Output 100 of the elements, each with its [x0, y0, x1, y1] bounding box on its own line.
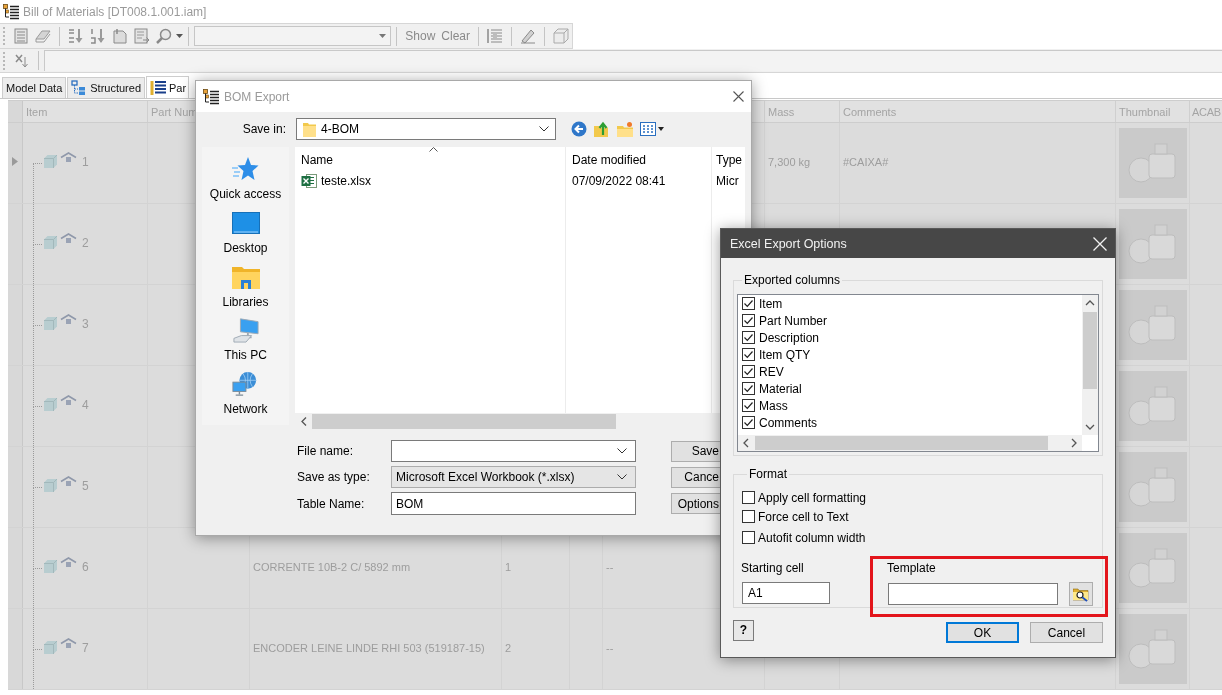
input-field[interactable] — [888, 583, 1058, 605]
dialog-button[interactable]: Cancel — [1030, 622, 1103, 643]
table-cell: ENCODER LEINE LINDE RHI 503 (519187-15) — [250, 609, 502, 689]
checkbox[interactable] — [742, 297, 755, 310]
item-number: 6 — [82, 559, 89, 574]
search-icon[interactable] — [156, 28, 172, 44]
tab[interactable]: Model Data — [2, 77, 67, 98]
document-icon[interactable] — [112, 28, 128, 44]
folder-badge-icon[interactable] — [617, 121, 633, 137]
sort-icon[interactable] — [68, 28, 84, 44]
place-label[interactable]: Quick access — [209, 187, 282, 201]
item-number: 5 — [82, 478, 89, 493]
cube-icon — [43, 478, 58, 493]
tab[interactable]: Par — [146, 76, 190, 98]
folder-icon — [303, 121, 316, 137]
dialog-button[interactable]: Save — [671, 440, 720, 462]
part-thumbnail — [1119, 533, 1187, 603]
file-name[interactable]: teste.xlsx — [321, 174, 371, 188]
place-label[interactable]: Libraries — [222, 294, 269, 309]
grid-icon[interactable] — [640, 121, 665, 137]
house-icon — [60, 475, 77, 487]
checkbox[interactable] — [742, 382, 755, 395]
caret-down-icon[interactable] — [176, 34, 183, 38]
checkbox[interactable] — [742, 314, 755, 327]
document-lines-icon[interactable] — [13, 28, 29, 44]
list-icon[interactable] — [487, 28, 503, 44]
option-label[interactable]: Force cell to Text — [758, 509, 849, 524]
desktop-icon[interactable] — [231, 209, 260, 236]
dropdown[interactable]: Microsoft Excel Workbook (*.xlsx) — [391, 466, 636, 488]
cube-icon — [43, 235, 58, 250]
column-header[interactable]: Name — [301, 153, 565, 167]
checkmark-icon — [743, 315, 754, 326]
field-label: Template — [887, 561, 937, 575]
option-label[interactable]: Apply cell formatting — [758, 490, 867, 505]
cube-icon — [43, 640, 58, 655]
checkbox[interactable] — [742, 399, 755, 412]
tab[interactable]: Structured — [67, 77, 145, 98]
house-icon — [60, 313, 77, 325]
star-icon[interactable] — [231, 156, 260, 182]
checkbox[interactable] — [742, 531, 755, 544]
field-label: Save in: — [241, 122, 287, 136]
scrollbar-thumb[interactable] — [1083, 312, 1097, 389]
item-number: 1 — [82, 154, 89, 169]
box-icon[interactable] — [553, 28, 569, 44]
caret-down-icon[interactable] — [379, 34, 387, 38]
input-field[interactable]: BOM — [391, 492, 636, 515]
tree-list-icon — [3, 3, 19, 20]
computer-icon[interactable] — [231, 317, 260, 344]
option-label[interactable]: Mass — [759, 398, 788, 413]
cube-icon — [43, 154, 58, 169]
field-label: Table Name: — [297, 496, 366, 511]
checkmark-icon — [743, 417, 754, 428]
option-label[interactable]: Item — [759, 296, 783, 311]
pencil-icon[interactable] — [520, 28, 536, 44]
item-number: 3 — [82, 316, 89, 331]
item-number: 7 — [82, 640, 89, 655]
option-label[interactable]: Comments — [759, 415, 817, 430]
checkbox[interactable] — [742, 348, 755, 361]
place-label[interactable]: Network — [223, 402, 268, 417]
eraser-icon[interactable] — [35, 28, 51, 44]
x-arrow-icon[interactable] — [14, 52, 30, 69]
dialog-button[interactable]: Cance — [671, 466, 720, 488]
chevron-left-icon[interactable] — [301, 417, 307, 426]
checkbox[interactable] — [742, 365, 755, 378]
checkbox[interactable] — [742, 331, 755, 344]
option-label[interactable]: Description — [759, 330, 820, 345]
column-header[interactable]: Type — [716, 153, 742, 167]
house-icon — [60, 232, 77, 244]
dialog-title: BOM Export — [224, 89, 291, 104]
input-field[interactable] — [44, 50, 1222, 71]
scrollbar-thumb[interactable] — [755, 436, 1048, 450]
checkmark-icon — [743, 400, 754, 411]
checkbox[interactable] — [742, 416, 755, 429]
help-button[interactable]: ? — [733, 620, 754, 641]
cube-icon — [43, 397, 58, 412]
file-date: 07/09/2022 08:41 — [572, 174, 666, 188]
left-arrow-icon[interactable] — [571, 121, 587, 137]
dialog-button[interactable]: Options — [671, 493, 720, 514]
option-label[interactable]: Part Number — [759, 313, 828, 328]
column-header[interactable]: Date modified — [572, 153, 647, 167]
place-label[interactable]: Desktop — [223, 240, 268, 255]
browse-button[interactable] — [1069, 582, 1093, 606]
combo-box[interactable] — [391, 440, 636, 462]
sort-icon[interactable] — [90, 28, 106, 44]
combo-box[interactable]: 4-BOM — [296, 118, 556, 140]
close-icon[interactable] — [733, 91, 744, 102]
part-thumbnail — [1119, 209, 1187, 279]
field-label: File name: — [297, 444, 355, 458]
table-cell: 7,300 kg — [765, 123, 840, 203]
option-label[interactable]: REV — [759, 364, 784, 379]
folder-up-arrow-icon[interactable] — [594, 121, 610, 137]
checkbox[interactable] — [742, 510, 755, 523]
input-field[interactable]: A1 — [742, 582, 830, 604]
dialog-button[interactable]: OK — [946, 622, 1019, 643]
chevron-down-icon — [617, 448, 627, 454]
scrollbar-thumb[interactable] — [312, 414, 616, 429]
option-label[interactable]: Material — [759, 381, 802, 396]
option-label[interactable]: Item QTY — [759, 347, 811, 362]
checkbox[interactable] — [742, 491, 755, 504]
place-label[interactable]: This PC — [224, 348, 267, 363]
